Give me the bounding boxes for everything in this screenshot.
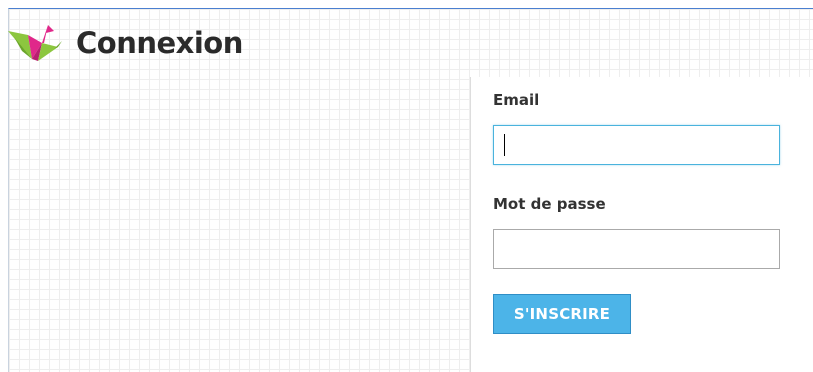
crane-logo-icon xyxy=(8,25,62,61)
page-title: Connexion xyxy=(76,26,243,60)
email-field-wrapper xyxy=(493,125,780,165)
password-field[interactable] xyxy=(493,229,780,269)
login-panel: Email Mot de passe S'INSCRIRE xyxy=(470,77,813,372)
text-caret xyxy=(504,134,505,156)
password-label: Mot de passe xyxy=(493,195,606,213)
email-label: Email xyxy=(493,91,540,109)
signup-button[interactable]: S'INSCRIRE xyxy=(493,294,631,334)
email-field[interactable] xyxy=(493,125,780,165)
page-header: Connexion xyxy=(8,14,243,72)
